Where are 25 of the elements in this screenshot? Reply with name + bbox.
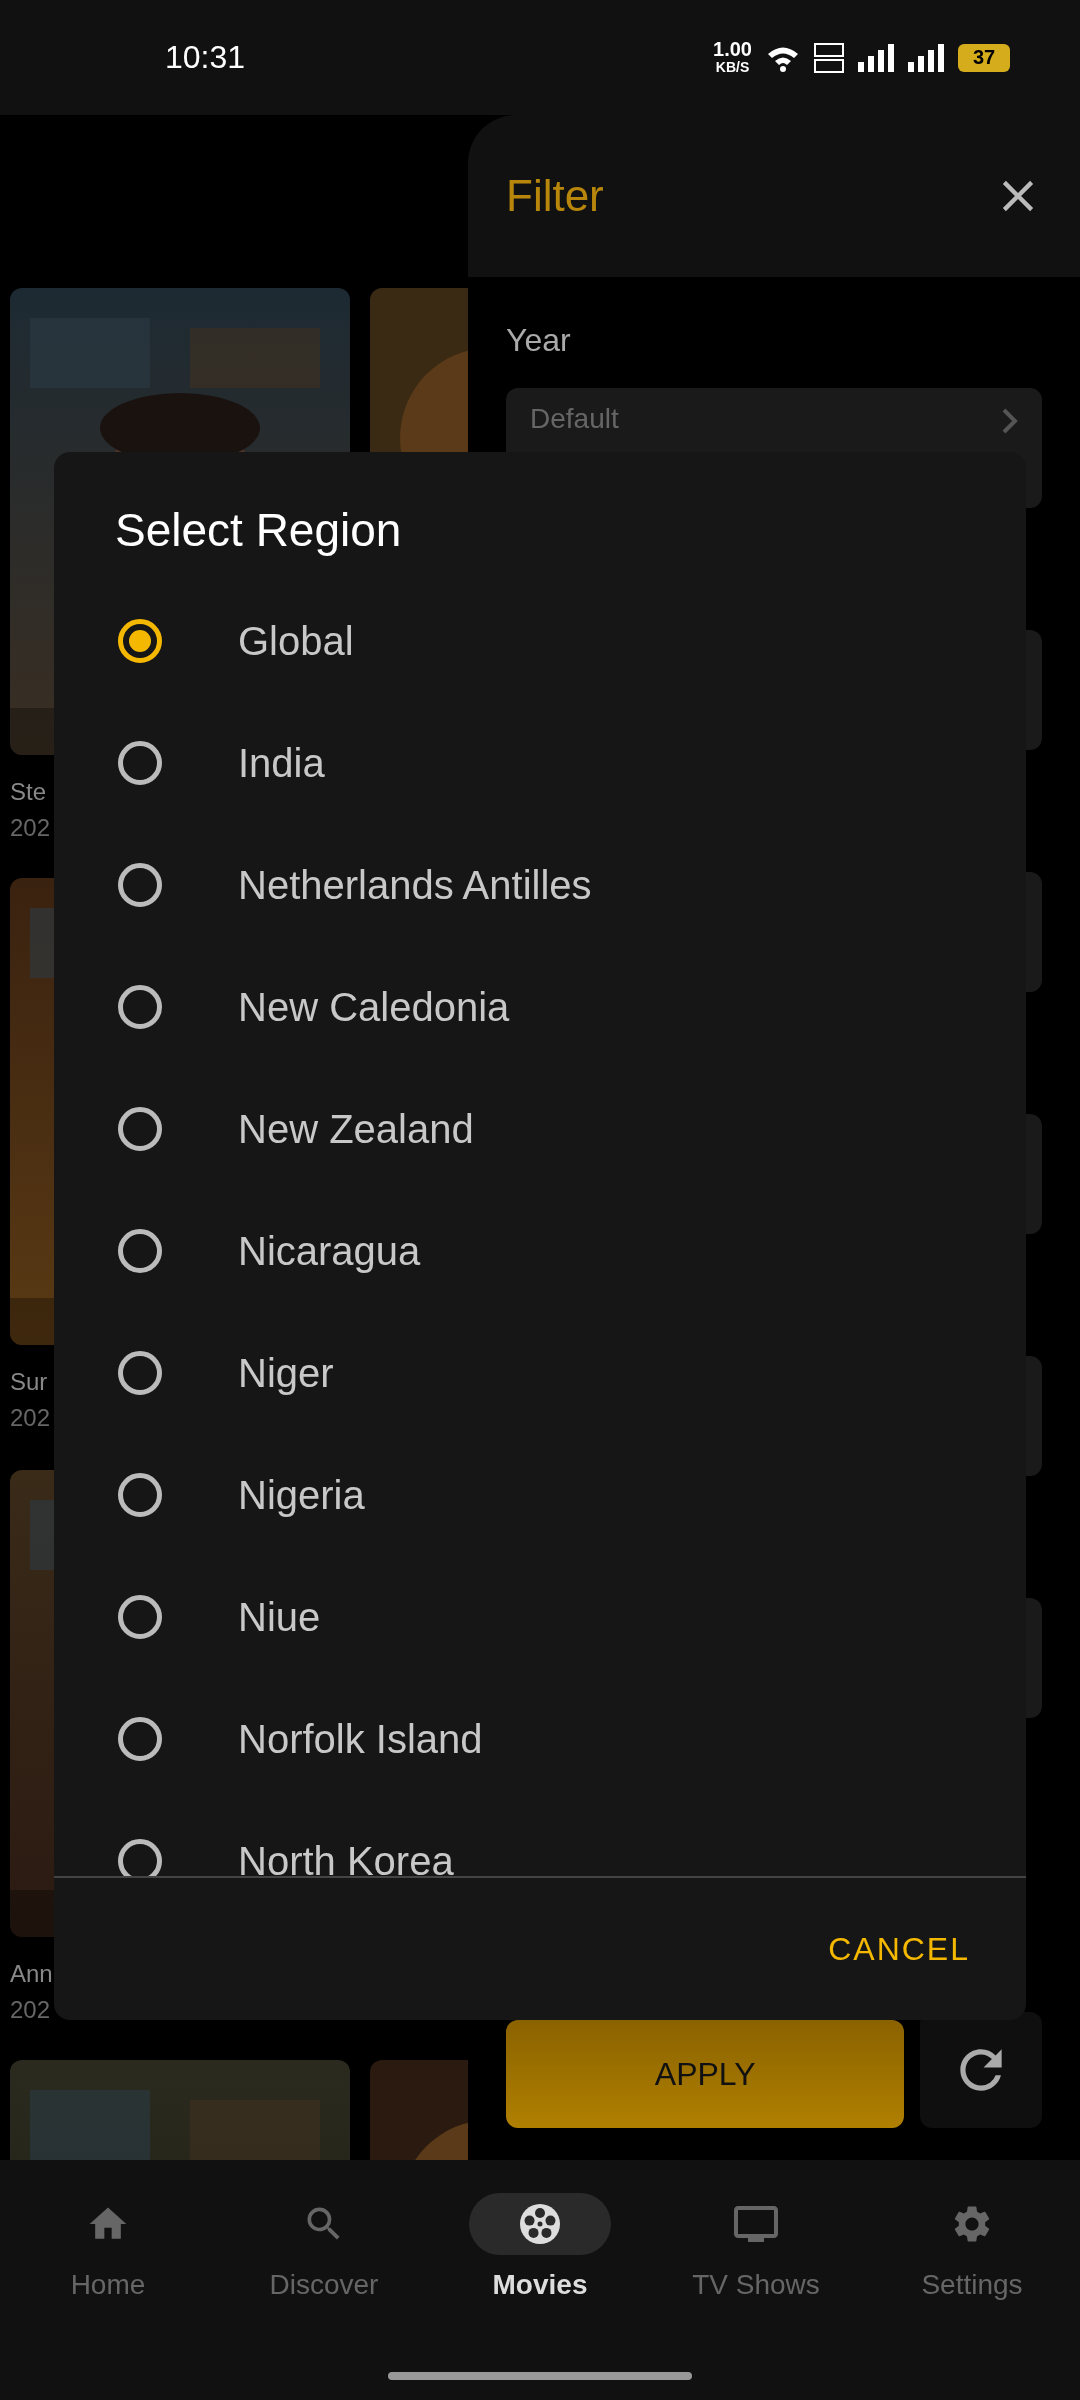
dialog-title: Select Region [114, 503, 403, 558]
region-option[interactable]: India [54, 702, 1026, 824]
movie-year: 202 [10, 1995, 51, 2025]
apply-button[interactable]: APPLY [506, 2020, 905, 2128]
region-option[interactable]: Netherlands Antilles [54, 824, 1026, 946]
movie-title: Ste [10, 777, 47, 807]
region-option[interactable]: New Zealand [54, 1068, 1026, 1190]
panel-title: Filter [506, 171, 604, 221]
region-option[interactable]: Global [54, 580, 1026, 702]
region-option[interactable]: Norfolk Island [54, 1678, 1026, 1800]
network-speed: 1.00 KB/S [713, 39, 752, 76]
region-option[interactable]: Nicaragua [54, 1190, 1026, 1312]
movie-year: 202 [10, 813, 51, 843]
region-option[interactable]: Niue [54, 1556, 1026, 1678]
region-option[interactable]: Nigeria [54, 1434, 1026, 1556]
region-option[interactable]: North Korea [54, 1800, 1026, 1876]
status-time: 10:31 [165, 39, 246, 76]
movie-year: 202 [10, 1403, 51, 1433]
cancel-button[interactable]: CANCEL [822, 1929, 976, 1969]
battery-indicator: 37 [958, 43, 1010, 72]
region-option[interactable]: New Caledonia [54, 946, 1026, 1068]
region-option[interactable]: Niger [54, 1312, 1026, 1434]
movie-title: Ann [10, 1959, 53, 1989]
movie-title: Sur [10, 1367, 48, 1397]
field-label: Year [506, 321, 572, 360]
